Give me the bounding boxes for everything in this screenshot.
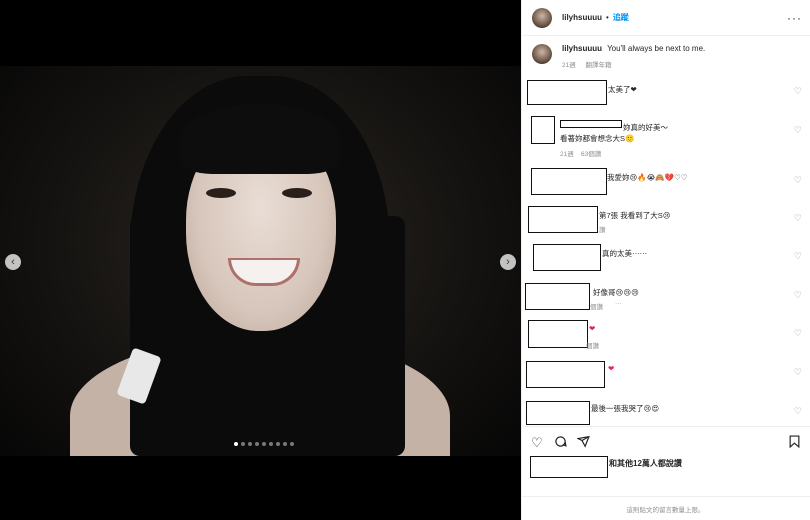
comment-text: 第7張 我看到了大S😢 — [599, 211, 671, 220]
header-separator: • — [606, 13, 609, 22]
comment-like-icon[interactable]: ♡ — [794, 175, 802, 186]
post-photo[interactable] — [0, 66, 521, 456]
comment-text: ❤ — [608, 364, 615, 373]
redacted-commenter — [533, 244, 601, 271]
redacted-commenter — [527, 80, 607, 105]
comment-like-icon[interactable]: ♡ — [794, 367, 802, 378]
caption-text-line: lilyhsuuuu You'll always be next to me. — [562, 44, 705, 53]
redacted-avatar — [531, 116, 555, 144]
comment-likes[interactable]: 63個讚 — [581, 148, 601, 158]
comment-text: 最後一張我哭了😢😍 — [591, 404, 660, 413]
comment-more-icon[interactable]: ··· — [615, 300, 622, 307]
comment-text-line2: 看著妳都會想念大S🙂 — [560, 134, 635, 143]
comment-icon[interactable] — [554, 435, 567, 451]
carousel-indicator — [234, 442, 294, 446]
likes-text[interactable]: 和其他12萬人都說讚 — [609, 458, 682, 469]
comment-text: 我愛妳😢🔥😭🙈💔♡♡ — [607, 173, 688, 182]
comment-text: 太美了❤ — [608, 85, 637, 94]
bookmark-icon[interactable] — [789, 435, 800, 451]
comment-limit-note: 這則貼文的留言數量上限。 — [521, 496, 810, 520]
comment-like-icon[interactable]: ♡ — [794, 213, 802, 224]
photo-hair-right — [325, 216, 405, 456]
share-icon[interactable] — [576, 435, 590, 451]
photo-bangs — [180, 104, 340, 174]
comment-text: ❤ — [589, 324, 596, 333]
carousel-prev-button[interactable]: ‹ — [5, 254, 21, 270]
comment-likes[interactable]: 個讚 — [586, 340, 599, 350]
heart-icon[interactable]: ♡ — [531, 435, 543, 451]
redacted-commenter — [528, 320, 588, 348]
carousel-dot[interactable] — [276, 442, 280, 446]
carousel-dot[interactable] — [248, 442, 252, 446]
chevron-right-icon: › — [506, 256, 510, 268]
follow-button[interactable]: 追蹤 — [613, 12, 629, 23]
carousel-dot[interactable] — [234, 442, 238, 446]
redacted-commenter — [526, 401, 590, 425]
post-caption: lilyhsuuuu You'll always be next to me. … — [522, 36, 810, 74]
redacted-commenter — [560, 120, 622, 128]
post-media-pane: ‹ › — [0, 0, 521, 520]
caption-meta: 21週 翻譯年籍 — [562, 59, 705, 69]
comment-likes[interactable]: 讚 — [599, 224, 606, 234]
redacted-commenter — [525, 283, 590, 310]
comment-like-icon[interactable]: ♡ — [794, 290, 802, 301]
avatar[interactable] — [532, 44, 552, 64]
carousel-dot[interactable] — [269, 442, 273, 446]
redacted-commenter — [528, 206, 598, 233]
carousel-dot[interactable] — [241, 442, 245, 446]
header-username[interactable]: lilyhsuuuu — [562, 13, 602, 22]
caption-age: 21週 — [562, 62, 576, 69]
more-options-icon[interactable]: ··· — [787, 11, 802, 25]
chevron-left-icon: ‹ — [11, 256, 15, 268]
comment-likes[interactable]: 個讚 — [590, 301, 603, 311]
comment-age: 21週 — [560, 151, 574, 158]
avatar[interactable] — [532, 7, 552, 28]
comment-like-icon[interactable]: ♡ — [794, 125, 802, 136]
photo-eye-right — [282, 188, 312, 198]
caption-text: You'll always be next to me. — [607, 44, 706, 53]
comment-like-icon[interactable]: ♡ — [794, 406, 802, 417]
photo-eye-left — [206, 188, 236, 198]
comment-text: 妳真的好美～ — [623, 123, 668, 132]
likes-summary: 和其他12萬人都說讚 — [521, 452, 810, 482]
carousel-dot[interactable] — [290, 442, 294, 446]
carousel-dot[interactable] — [255, 442, 259, 446]
comment-like-icon[interactable]: ♡ — [794, 328, 802, 339]
post-header: lilyhsuuuu • 追蹤 ··· — [522, 0, 810, 36]
comment-like-icon[interactable]: ♡ — [794, 251, 802, 262]
caption-username[interactable]: lilyhsuuuu — [562, 44, 602, 53]
comment-text: 真的太美⋯⋯ — [602, 249, 647, 258]
comment-like-icon[interactable]: ♡ — [794, 86, 802, 97]
comment-text: 好像哥😢😢😢 — [593, 288, 639, 297]
caption-translate[interactable]: 翻譯年籍 — [586, 62, 612, 69]
carousel-dot[interactable] — [262, 442, 266, 446]
redacted-commenter — [531, 168, 607, 195]
redacted-commenter — [526, 361, 605, 388]
carousel-dot[interactable] — [283, 442, 287, 446]
redacted-liker — [530, 456, 608, 478]
carousel-next-button[interactable]: › — [500, 254, 516, 270]
